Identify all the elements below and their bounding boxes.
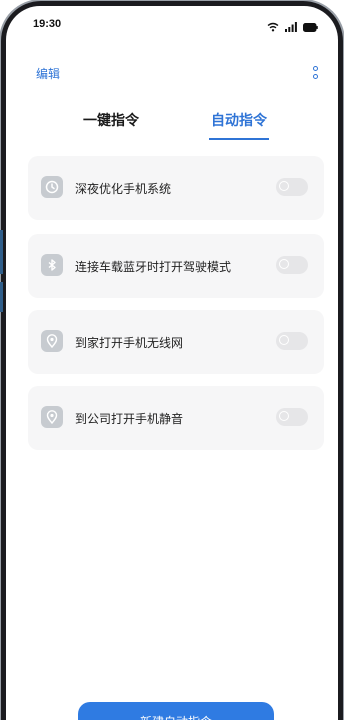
command-toggle[interactable] [276, 332, 308, 350]
command-label: 连接车载蓝牙时打开驾驶模式 [75, 260, 232, 274]
tab-one-tap-commands[interactable]: 一键指令 [83, 110, 139, 130]
command-toggle[interactable] [276, 256, 308, 274]
screen: 19:30 编辑 一键指令 自动指令 深夜优化手机系统 连接车载蓝牙时打开驾驶模… [6, 6, 338, 720]
status-bar: 19:30 [6, 6, 338, 36]
command-label: 到公司打开手机静音 [75, 412, 184, 426]
list-item[interactable]: 到家打开手机无线网 [28, 310, 324, 374]
nav-bar: 编辑 [6, 58, 338, 88]
list-item[interactable]: 深夜优化手机系统 [28, 156, 324, 220]
edit-button[interactable]: 编辑 [36, 65, 60, 82]
active-tab-indicator [209, 138, 269, 140]
battery-icon [303, 17, 318, 36]
list-item[interactable]: 连接车载蓝牙时打开驾驶模式 [28, 234, 324, 298]
tab-auto-commands[interactable]: 自动指令 [211, 110, 267, 130]
command-label: 到家打开手机无线网 [75, 336, 184, 350]
new-auto-command-button[interactable]: 新建自动指令 [78, 702, 274, 720]
location-pin-icon [41, 330, 63, 352]
list-item[interactable]: 到公司打开手机静音 [28, 386, 324, 450]
tab-bar: 一键指令 自动指令 [6, 104, 338, 144]
bluetooth-icon [41, 254, 63, 276]
command-toggle[interactable] [276, 408, 308, 426]
command-label: 深夜优化手机系统 [75, 182, 172, 196]
volume-button [0, 230, 3, 274]
status-time: 19:30 [33, 18, 62, 30]
location-pin-icon [41, 406, 63, 428]
status-icons [267, 17, 318, 36]
side-button [0, 282, 3, 312]
command-toggle[interactable] [276, 178, 308, 196]
signal-icon [285, 17, 297, 36]
wifi-icon [267, 17, 279, 36]
clock-icon [41, 176, 63, 198]
phone-frame: 19:30 编辑 一键指令 自动指令 深夜优化手机系统 连接车载蓝牙时打开驾驶模… [0, 0, 344, 720]
more-vertical-icon[interactable] [308, 61, 322, 83]
